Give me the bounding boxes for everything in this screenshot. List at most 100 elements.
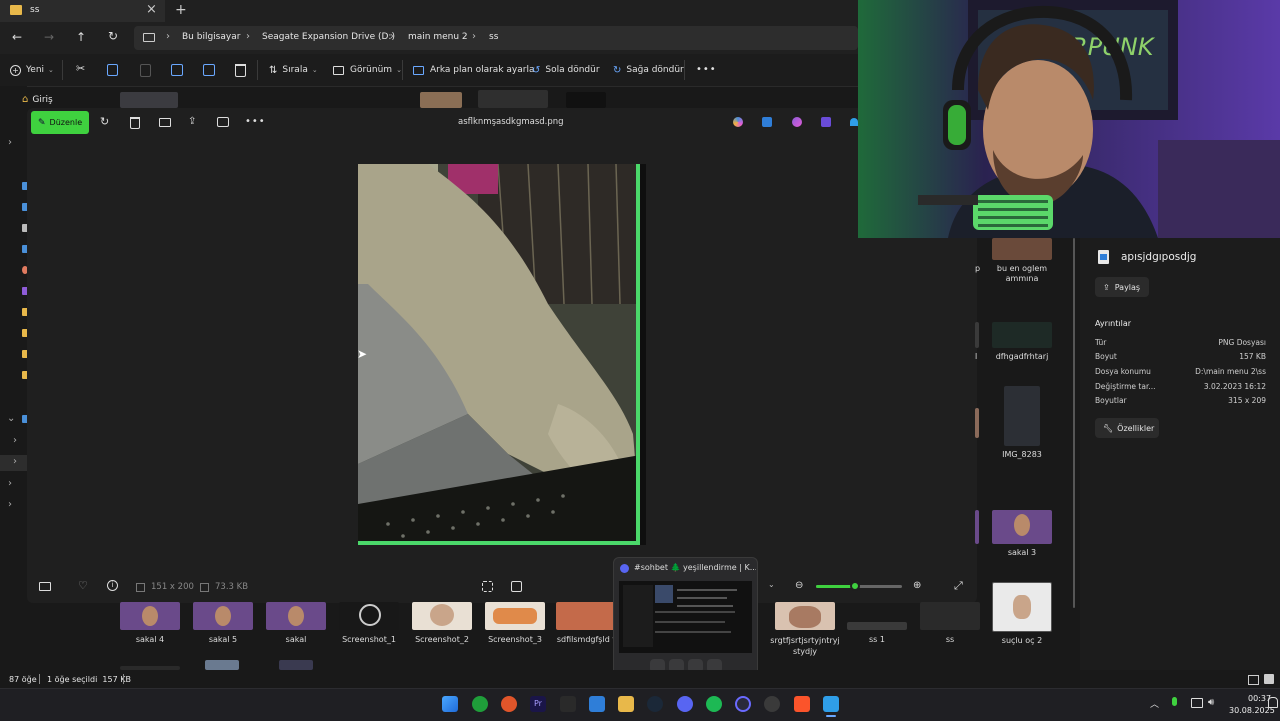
- refresh-icon[interactable]: ↻: [108, 29, 118, 43]
- explorer-tab[interactable]: ss ×: [0, 0, 165, 22]
- volume-icon[interactable]: 🔊︎: [1208, 697, 1214, 708]
- cloud-icon[interactable]: [850, 118, 858, 126]
- fullscreen-icon[interactable]: ⤢: [954, 579, 963, 593]
- file-thumbnail[interactable]: [420, 92, 462, 108]
- browser-icon[interactable]: [501, 696, 517, 712]
- rotate-icon[interactable]: ↻: [100, 115, 109, 128]
- file-thumbnail[interactable]: [120, 602, 180, 630]
- stream-preview[interactable]: [619, 581, 752, 653]
- notification-icon[interactable]: [1268, 697, 1278, 708]
- back-icon[interactable]: ←: [12, 30, 22, 44]
- display-icon[interactable]: [1191, 698, 1203, 708]
- file-thumbnail[interactable]: [339, 602, 399, 630]
- up-icon[interactable]: ↑: [76, 30, 86, 44]
- file-thumbnail[interactable]: [556, 602, 616, 630]
- slideshow-icon[interactable]: [217, 117, 229, 127]
- file-thumbnail[interactable]: [992, 510, 1052, 544]
- chevron-right-icon[interactable]: ›: [8, 478, 12, 489]
- file-thumbnail[interactable]: [1004, 386, 1040, 446]
- file-thumbnail[interactable]: [279, 660, 313, 670]
- settings-icon[interactable]: [764, 696, 780, 712]
- photos-app-icon[interactable]: [821, 117, 831, 127]
- discord-stream-popup[interactable]: #sohbet 🌲 yeşillendirme | K...: [613, 557, 758, 679]
- file-thumbnail[interactable]: [566, 92, 606, 108]
- zoom-out-icon[interactable]: ⊖: [795, 580, 803, 591]
- sort-button[interactable]: ⇅ Sırala ⌄: [269, 59, 318, 81]
- breadcrumb-item[interactable]: Seagate Expansion Drive (D:): [262, 32, 395, 42]
- chevron-right-icon[interactable]: ›: [8, 499, 12, 510]
- file-thumbnail[interactable]: [992, 582, 1052, 632]
- file-thumbnail[interactable]: [412, 602, 472, 630]
- paste-icon[interactable]: [140, 64, 151, 77]
- brave-icon[interactable]: [794, 696, 810, 712]
- designer-icon[interactable]: [762, 117, 772, 127]
- chevron-down-icon[interactable]: ⌄: [7, 413, 15, 424]
- spotify-icon[interactable]: [706, 696, 722, 712]
- fit-screen-icon[interactable]: [482, 581, 493, 592]
- file-thumbnail[interactable]: [775, 602, 835, 630]
- share-icon[interactable]: [203, 64, 215, 76]
- photos-icon[interactable]: [823, 696, 839, 712]
- view-button[interactable]: Görünüm ⌄: [333, 59, 402, 81]
- properties-button[interactable]: 🔧︎ Özellikler: [1095, 418, 1159, 438]
- cut-icon[interactable]: ✂: [76, 62, 85, 84]
- steam-icon[interactable]: [647, 696, 663, 712]
- chevron-up-icon[interactable]: ︿: [1150, 697, 1159, 710]
- info-icon[interactable]: i: [107, 580, 118, 591]
- file-thumbnail[interactable]: [992, 322, 1052, 348]
- share-button[interactable]: ⇪ Paylaş: [1095, 277, 1149, 297]
- discord-icon[interactable]: [677, 696, 693, 712]
- tiles-view-icon[interactable]: [1264, 674, 1274, 684]
- sidebar-item-home[interactable]: ⌂ Giriş: [22, 94, 53, 105]
- new-button[interactable]: + Yeni ⌄: [10, 59, 54, 81]
- xbox-icon[interactable]: [472, 696, 488, 712]
- actual-size-icon[interactable]: [511, 581, 522, 592]
- file-thumbnail[interactable]: [266, 602, 326, 630]
- new-tab-button[interactable]: +: [175, 2, 187, 18]
- file-thumbnail[interactable]: [975, 322, 979, 348]
- breadcrumb-item[interactable]: Bu bilgisayar: [182, 32, 240, 42]
- scrollbar[interactable]: [1073, 238, 1075, 608]
- breadcrumb-item[interactable]: ss: [489, 32, 498, 42]
- details-view-icon[interactable]: [1248, 675, 1259, 685]
- start-icon[interactable]: [442, 696, 458, 712]
- file-thumbnail[interactable]: [847, 622, 907, 630]
- file-thumbnail[interactable]: [205, 660, 239, 670]
- file-thumbnail[interactable]: [992, 238, 1052, 260]
- edit-button[interactable]: ✎ Düzenle: [31, 111, 89, 134]
- share-icon[interactable]: ⇪: [188, 116, 196, 127]
- copilot-icon[interactable]: [733, 117, 743, 127]
- microphone-icon[interactable]: [1172, 697, 1177, 706]
- rename-icon[interactable]: [171, 64, 183, 76]
- close-tab-icon[interactable]: ×: [146, 2, 157, 17]
- file-explorer-icon[interactable]: [618, 696, 634, 712]
- premiere-icon[interactable]: Pr: [530, 696, 546, 712]
- file-thumbnail[interactable]: [478, 90, 548, 108]
- favorite-icon[interactable]: ♡: [78, 579, 88, 592]
- delete-icon[interactable]: [235, 64, 246, 77]
- file-thumbnail[interactable]: [120, 92, 178, 108]
- file-thumbnail[interactable]: [485, 602, 545, 630]
- chevron-down-icon[interactable]: ⌄: [768, 580, 775, 589]
- obs-icon[interactable]: [735, 696, 751, 712]
- file-thumbnail[interactable]: [975, 510, 979, 544]
- breadcrumb-item[interactable]: main menu 2: [408, 32, 468, 42]
- chevron-right-icon[interactable]: ›: [13, 456, 17, 467]
- rotate-left-button[interactable]: ↺ Sola döndür: [532, 59, 600, 81]
- remote-desktop-icon[interactable]: [589, 696, 605, 712]
- file-thumbnail[interactable]: [193, 602, 253, 630]
- file-thumbnail[interactable]: [975, 408, 979, 438]
- filmstrip-icon[interactable]: [39, 582, 51, 591]
- zoom-in-icon[interactable]: ⊕: [913, 580, 921, 591]
- address-bar[interactable]: › Bu bilgisayar › Seagate Expansion Driv…: [134, 26, 858, 50]
- zoom-slider-thumb[interactable]: [849, 581, 860, 591]
- zoom-slider[interactable]: [816, 581, 902, 591]
- rotate-right-button[interactable]: ↻ Sağa döndür: [613, 59, 684, 81]
- chevron-right-icon[interactable]: ›: [8, 137, 12, 148]
- print-icon[interactable]: [159, 118, 171, 127]
- delete-icon[interactable]: [130, 117, 140, 129]
- copy-icon[interactable]: [107, 64, 118, 76]
- chevron-right-icon[interactable]: ›: [13, 435, 17, 446]
- more-icon[interactable]: •••: [245, 116, 266, 127]
- clipchamp-icon[interactable]: [792, 117, 802, 127]
